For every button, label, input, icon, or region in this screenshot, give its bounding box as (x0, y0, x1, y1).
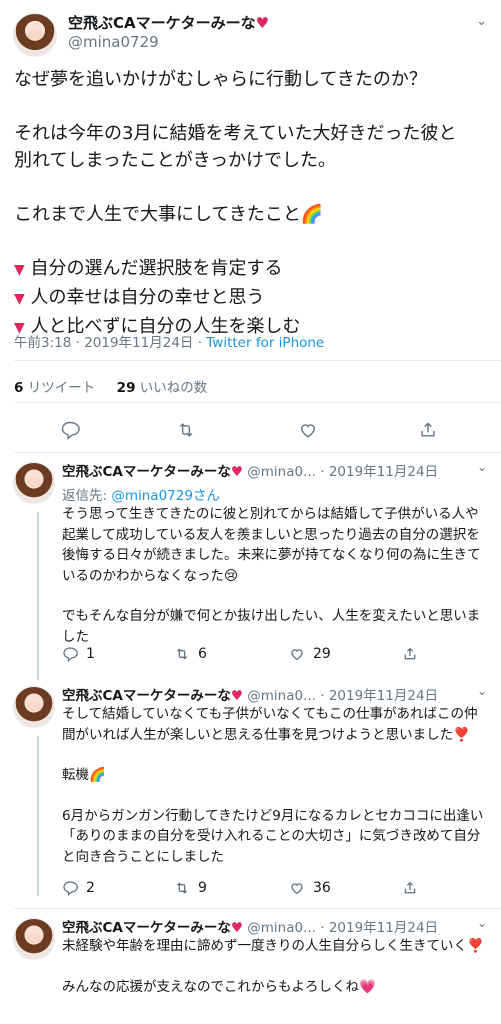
reply-tweet[interactable]: 空飛ぶCAマーケターみーな♥ @mina0... · 2019年11月24日 ⌄… (0, 908, 501, 1024)
tweet-stats: 6 リツイート 29 いいねの数 (14, 376, 207, 396)
reply-header: 空飛ぶCAマーケターみーな♥ @mina0... · 2019年11月24日 (62, 916, 438, 936)
likes-label[interactable]: いいねの数 (140, 380, 208, 396)
heart-emoji-icon: ♥ (255, 14, 270, 32)
tweet-line: なぜ夢を追いかけがむしゃらに行動してきたのか？ (14, 69, 427, 90)
reply-to-suffix: さん (192, 488, 220, 504)
tweet-line: それは今年の3月に結婚を考えていた大好きだった彼と (14, 123, 457, 144)
retweet-count: 9 (198, 880, 207, 896)
main-tweet: 空飛ぶCAマーケターみーな♥ @mina0729 ⌄ なぜ夢を追いかけがむしゃら… (0, 0, 501, 450)
reply-to-handle[interactable]: @mina0729 (111, 488, 193, 504)
likes-count[interactable]: 29 (117, 380, 136, 396)
share-action[interactable] (402, 880, 418, 896)
reply-tweet[interactable]: 空飛ぶCAマーケターみーな♥ @mina0... · 2019年11月24日 ⌄… (0, 452, 501, 672)
avatar[interactable] (13, 918, 55, 960)
tweet-line: ▼ 自分の選んだ選択肢を肯定する (14, 255, 492, 284)
divider (14, 402, 501, 403)
display-name[interactable]: 空飛ぶCAマーケターみーな♥ (68, 12, 269, 33)
reply-action[interactable]: 1 (62, 646, 95, 662)
reply-body: そして結婚していなくても子供がいなくてもこの仕事があればこの仲間がいれば人生が楽… (62, 704, 490, 867)
reply-action[interactable]: 2 (62, 880, 95, 896)
like-count: 36 (313, 880, 331, 896)
timestamp[interactable]: · 2019年11月24日 (316, 464, 438, 480)
timestamp[interactable]: 午前3:18 · 2019年11月24日 · (14, 335, 206, 351)
share-icon[interactable] (418, 420, 438, 440)
reply-header: 空飛ぶCAマーケターみーな♥ @mina0... · 2019年11月24日 (62, 684, 438, 704)
chevron-down-icon[interactable]: ⌄ (476, 14, 487, 29)
reply-paragraph: 6月からガンガン行動してきたけど9月になるカレとセカココに出逢い「ありのままの自… (62, 807, 484, 865)
tweet-actions (0, 416, 501, 444)
tweet-line-text: 自分の選んだ選択肢を肯定する (30, 258, 283, 279)
heart-emoji-icon: ♥ (230, 688, 243, 704)
chevron-down-icon[interactable]: ⌄ (477, 460, 487, 474)
like-count: 29 (313, 646, 331, 662)
reply-count: 1 (86, 646, 95, 662)
reply-tweet[interactable]: 空飛ぶCAマーケターみーな♥ @mina0... · 2019年11月24日 ⌄… (0, 676, 501, 906)
chevron-down-icon[interactable]: ⌄ (477, 916, 487, 930)
retweet-action[interactable]: 9 (174, 880, 207, 896)
display-name-text: 空飛ぶCAマーケターみーな (68, 14, 256, 32)
like-action[interactable]: 36 (289, 880, 331, 896)
reply-paragraph: 転機🌈 (62, 767, 106, 783)
chevron-down-icon[interactable]: ⌄ (477, 684, 487, 698)
retweets-label[interactable]: リツイート (28, 380, 96, 396)
share-action[interactable] (402, 646, 418, 662)
timestamp[interactable]: · 2019年11月24日 (316, 688, 438, 704)
share-icon[interactable] (402, 880, 418, 896)
red-triangle-icon: ▼ (14, 291, 25, 307)
tweet-line: ▼ 人の幸せは自分の幸せと思う (14, 284, 492, 313)
retweet-icon[interactable] (176, 420, 196, 440)
handle[interactable]: @mina0... (247, 920, 316, 936)
reply-actions: 2 9 36 (62, 880, 442, 900)
handle[interactable]: @mina0... (247, 464, 316, 480)
divider (14, 360, 501, 361)
reply-to: 返信先: @mina0729さん (62, 484, 220, 504)
heart-emoji-icon: ♥ (230, 464, 243, 480)
reply-icon[interactable] (62, 880, 78, 896)
tweet-body: なぜ夢を追いかけがむしゃらに行動してきたのか？ それは今年の3月に結婚を考えてい… (14, 66, 492, 342)
display-name[interactable]: 空飛ぶCAマーケターみーな (62, 688, 231, 704)
avatar[interactable] (13, 462, 55, 504)
reply-actions: 1 6 29 (62, 646, 442, 666)
reply-paragraph: でもそんな自分が嫌で何とか抜け出したい、人生を変えたいと思いました (62, 608, 481, 645)
red-triangle-icon: ▼ (14, 262, 25, 278)
source-link[interactable]: Twitter for iPhone (206, 335, 324, 351)
reply-icon[interactable] (60, 420, 80, 440)
tweet-meta: 午前3:18 · 2019年11月24日 · Twitter for iPhon… (14, 331, 324, 351)
reply-paragraph: そう思って生きてきたのに彼と別れてからは結婚して子供がいる人や起業して成功してい… (62, 506, 481, 584)
avatar[interactable] (13, 13, 57, 57)
tweet-line-text: 人の幸せは自分の幸せと思う (30, 287, 265, 308)
like-action[interactable]: 29 (289, 646, 331, 662)
tweet-line: 別れてしまったことがきっかけでした。 (14, 150, 337, 171)
reply-paragraph: みんなの応援が支えなのでこれからもよろしくね💗 (62, 978, 376, 995)
like-icon[interactable] (289, 880, 305, 896)
retweets-count[interactable]: 6 (14, 380, 23, 396)
display-name[interactable]: 空飛ぶCAマーケターみーな (62, 920, 231, 936)
tweet-line: これまで人生で大事にしてきたこと🌈 (14, 204, 324, 225)
reply-icon[interactable] (62, 646, 78, 662)
reply-paragraph: 未経験や年齢を理由に諦めず一度きりの人生自分らしく生きていく❣️ (62, 938, 484, 954)
retweet-count: 6 (198, 646, 207, 662)
like-icon[interactable] (289, 646, 305, 662)
retweet-icon[interactable] (174, 646, 190, 662)
display-name[interactable]: 空飛ぶCAマーケターみーな (62, 464, 231, 480)
reply-body: そう思って生きてきたのに彼と別れてからは結婚して子供がいる人や起業して成功してい… (62, 504, 490, 647)
handle[interactable]: @mina0729 (68, 33, 159, 51)
share-icon[interactable] (402, 646, 418, 662)
retweet-icon[interactable] (174, 880, 190, 896)
timestamp[interactable]: · 2019年11月24日 (316, 920, 438, 936)
retweet-action[interactable]: 6 (174, 646, 207, 662)
like-icon[interactable] (298, 420, 318, 440)
reply-count: 2 (86, 880, 95, 896)
heart-emoji-icon: ♥ (230, 920, 243, 936)
reply-paragraph: そして結婚していなくても子供がいなくてもこの仕事があればこの仲間がいれば人生が楽… (62, 706, 478, 743)
reply-to-label: 返信先: (62, 488, 112, 504)
reply-header: 空飛ぶCAマーケターみーな♥ @mina0... · 2019年11月24日 (62, 460, 438, 480)
handle[interactable]: @mina0... (247, 688, 316, 704)
avatar[interactable] (13, 686, 55, 728)
reply-body: 未経験や年齢を理由に諦めず一度きりの人生自分らしく生きていく❣️ みんなの応援が… (62, 936, 490, 997)
